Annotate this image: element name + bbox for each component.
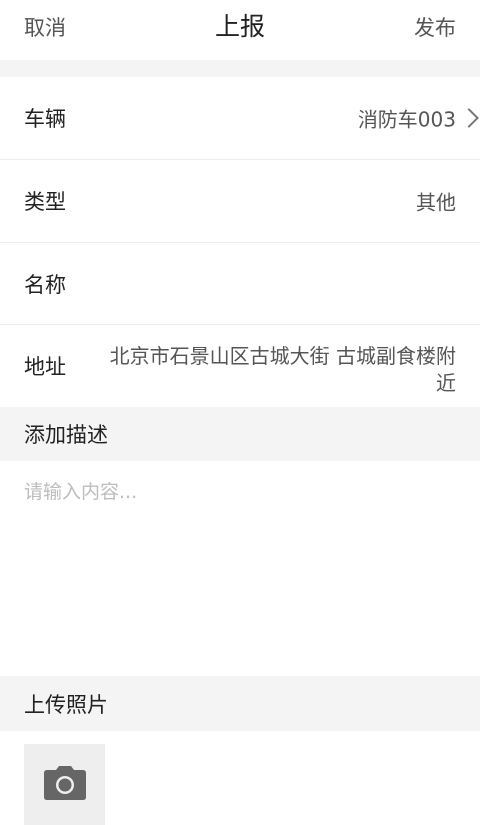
photo-section-title: 上传照片	[24, 692, 108, 717]
type-value: 其他	[416, 190, 456, 215]
address-label: 地址	[24, 355, 66, 379]
address-row[interactable]: 地址 北京市石景山区古城大街 古城副食楼附近	[0, 325, 480, 407]
name-label: 名称	[24, 272, 66, 297]
chevron-right-icon	[459, 108, 479, 128]
add-photo-button[interactable]	[24, 744, 105, 825]
type-label: 类型	[24, 190, 66, 214]
vehicle-value: 消防车003	[357, 107, 456, 132]
vehicle-label: 车辆	[24, 107, 66, 131]
description-section-title: 添加描述	[24, 423, 108, 447]
top-bar: 取消 上报 发布	[0, 0, 480, 60]
address-value: 北京市石景山区古城大街 古城副食楼附近	[109, 344, 456, 395]
publish-button[interactable]: 发布	[414, 15, 456, 41]
camera-icon	[44, 766, 86, 800]
section-divider	[0, 60, 480, 77]
description-section-header: 添加描述	[0, 407, 480, 461]
photo-area	[0, 731, 480, 825]
photo-section-header: 上传照片	[0, 676, 480, 731]
description-area	[0, 461, 480, 676]
name-row[interactable]: 名称	[0, 243, 480, 325]
vehicle-row[interactable]: 车辆 消防车003	[0, 77, 480, 160]
type-row[interactable]: 类型 其他	[0, 160, 480, 243]
page-title: 上报	[214, 12, 265, 41]
description-input[interactable]	[24, 477, 456, 657]
